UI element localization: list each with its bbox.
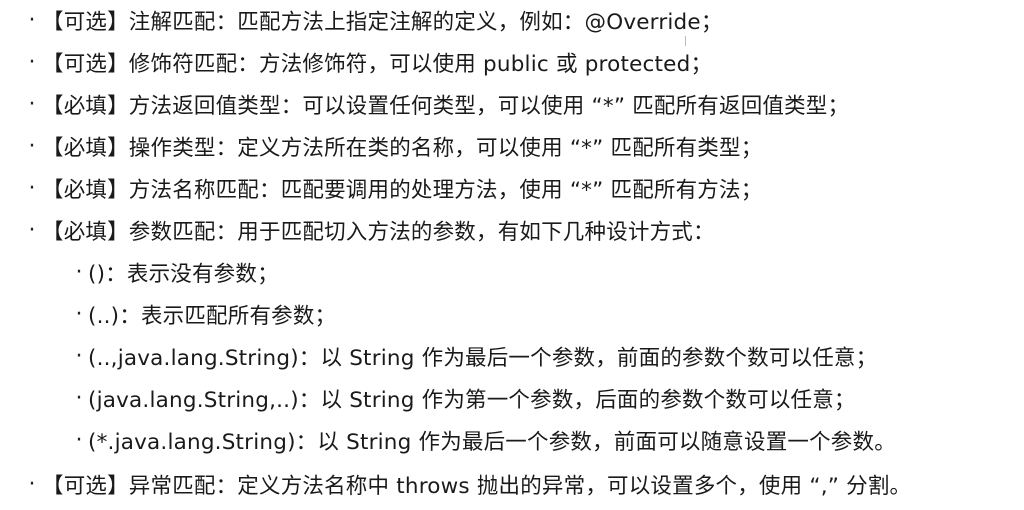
- bullet-marker: ·: [28, 175, 36, 201]
- list-item: · 【可选】异常匹配：定义方法名称中 throws 抛出的异常，可以设置多个，使…: [22, 466, 912, 502]
- list-item: · 【必填】操作类型：定义方法所在类的名称，可以使用 “*” 匹配所有类型；: [22, 128, 763, 164]
- bullet-marker: ·: [28, 7, 36, 33]
- bullet-marker: ·: [28, 471, 36, 497]
- bullet-marker: ·: [28, 133, 36, 159]
- bullet-marker: ·: [75, 259, 83, 285]
- bullet-marker: ·: [28, 49, 36, 75]
- list-item-text: (..,java.lang.String)：以 String 作为最后一个参数，…: [88, 345, 878, 371]
- bullet-marker: ·: [28, 91, 36, 117]
- bullet-marker: ·: [28, 217, 36, 243]
- list-item-text: ()：表示没有参数；: [88, 261, 279, 287]
- bullet-marker: ·: [75, 343, 83, 369]
- list-item: · 【必填】方法返回值类型：可以设置任何类型，可以使用 “*” 匹配所有返回值类…: [22, 86, 850, 122]
- list-item: · 【可选】注解匹配：匹配方法上指定注解的定义，例如：@Override；: [22, 2, 723, 38]
- list-item-text: 【可选】修饰符匹配：方法修饰符，可以使用 public 或 protected；: [42, 51, 713, 77]
- sub-list-item: · ()：表示没有参数；: [70, 254, 279, 290]
- sub-list-item: · (java.lang.String,..)：以 String 作为第一个参数…: [70, 380, 856, 416]
- list-item-text: 【可选】异常匹配：定义方法名称中 throws 抛出的异常，可以设置多个，使用 …: [42, 473, 912, 499]
- list-item-text: (java.lang.String,..)：以 String 作为第一个参数，后…: [88, 387, 856, 413]
- document-body: · 【可选】注解匹配：匹配方法上指定注解的定义，例如：@Override； · …: [0, 0, 1024, 510]
- list-item: · 【必填】方法名称匹配：匹配要调用的处理方法，使用 “*” 匹配所有方法；: [22, 170, 763, 206]
- sub-list-item: · (*.java.lang.String)：以 String 作为最后一个参数…: [70, 422, 896, 458]
- list-item-text: (..)：表示匹配所有参数；: [88, 303, 337, 329]
- text-cursor-icon: [685, 36, 689, 46]
- list-item-text: 【必填】方法名称匹配：匹配要调用的处理方法，使用 “*” 匹配所有方法；: [42, 177, 763, 203]
- bullet-marker: ·: [75, 301, 83, 327]
- list-item-text: (*.java.lang.String)：以 String 作为最后一个参数，前…: [88, 429, 896, 455]
- list-item: · 【可选】修饰符匹配：方法修饰符，可以使用 public 或 protecte…: [22, 44, 712, 80]
- list-item-text: 【必填】方法返回值类型：可以设置任何类型，可以使用 “*” 匹配所有返回值类型；: [42, 93, 850, 119]
- bullet-marker: ·: [75, 427, 83, 453]
- sub-list-item: · (..,java.lang.String)：以 String 作为最后一个参…: [70, 338, 878, 374]
- list-item-text: 【必填】操作类型：定义方法所在类的名称，可以使用 “*” 匹配所有类型；: [42, 135, 763, 161]
- sub-list-item: · (..)：表示匹配所有参数；: [70, 296, 337, 332]
- bullet-marker: ·: [75, 385, 83, 411]
- list-item-text: 【可选】注解匹配：匹配方法上指定注解的定义，例如：@Override；: [42, 9, 723, 35]
- list-item-text: 【必填】参数匹配：用于匹配切入方法的参数，有如下几种设计方式：: [42, 219, 715, 245]
- list-item: · 【必填】参数匹配：用于匹配切入方法的参数，有如下几种设计方式：: [22, 212, 715, 248]
